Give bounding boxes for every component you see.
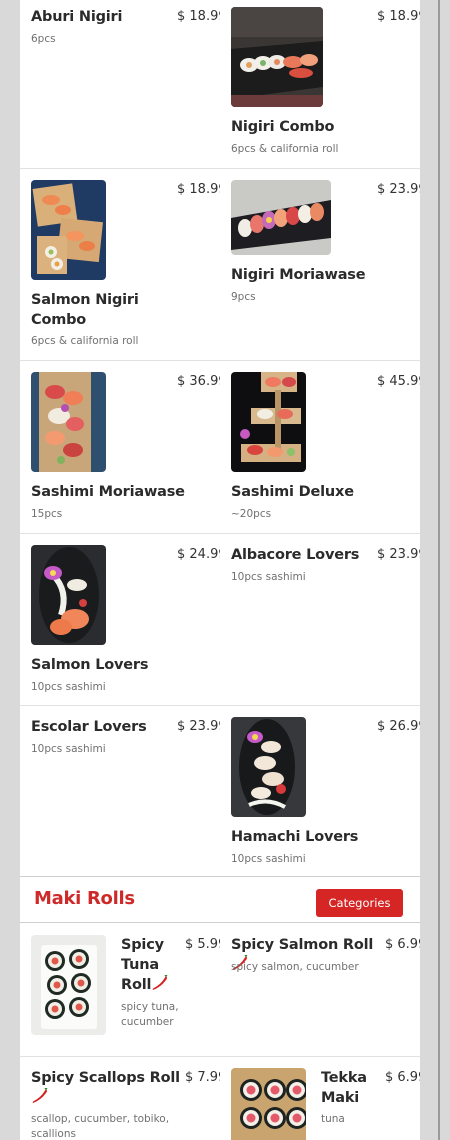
item-price: $ 18.99 — [377, 9, 420, 24]
menu-item-sashimi-moriawase[interactable]: Sashimi Moriawase 15pcs $ 36.99 — [20, 361, 220, 533]
menu-item-salmon-nigiri-combo[interactable]: Salmon Nigiri Combo 6pcs & california ro… — [20, 169, 220, 360]
menu-item-hamachi-lovers[interactable]: Hamachi Lovers 10pcs sashimi $ 26.99 — [220, 706, 420, 876]
menu-item-tekka-maki[interactable]: Tekka Maki tuna $ 6.99 — [220, 1057, 420, 1140]
sashimi-deluxe-photo — [231, 372, 306, 472]
menu-panel: Aburi Nigiri 6pcs $ 18.99 — [20, 0, 420, 1140]
item-desc: 9pcs — [231, 291, 256, 303]
item-name: Albacore Lovers — [231, 547, 360, 563]
item-name: Escolar Lovers — [31, 719, 147, 735]
item-desc: 10pcs sashimi — [31, 681, 106, 693]
section-header-maki: Maki Rolls Categories — [20, 876, 420, 923]
item-name: Sashimi Deluxe — [231, 484, 354, 500]
item-name: Sashimi Moriawase — [31, 484, 185, 500]
menu-item-escolar-lovers[interactable]: Escolar Lovers 10pcs sashimi $ 23.99 — [20, 706, 220, 876]
item-name: Nigiri Combo — [231, 119, 335, 135]
sashimi-moriawase-photo — [31, 372, 106, 472]
item-price: $ 18.99 — [177, 182, 220, 197]
section-title: Maki Rolls — [34, 888, 135, 909]
item-price: $ 23.99 — [377, 547, 420, 562]
scroll-gutter — [420, 0, 450, 1140]
item-name: Hamachi Lovers — [231, 829, 359, 845]
item-price: $ 24.99 — [177, 547, 220, 562]
salmon-lovers-photo — [31, 545, 106, 645]
menu-item-salmon-lovers[interactable]: Salmon Lovers 10pcs sashimi $ 24.99 — [20, 534, 220, 705]
nigiri-combo-photo — [231, 7, 323, 107]
item-price: $ 18.99 — [177, 9, 220, 24]
menu-item-aburi-nigiri[interactable]: Aburi Nigiri 6pcs $ 18.99 — [20, 0, 220, 168]
menu-item-nigiri-combo[interactable]: Nigiri Combo 6pcs & california roll $ 18… — [220, 0, 420, 168]
menu-item-spicy-salmon-roll[interactable]: Spicy Salmon Roll spicy salmon, cucumber… — [220, 923, 420, 1056]
menu-row: Salmon Lovers 10pcs sashimi $ 24.99 Alba… — [20, 534, 420, 706]
item-name-text: Spicy Salmon Roll — [231, 937, 374, 953]
item-price: $ 23.99 — [377, 182, 420, 197]
salmon-nigiri-combo-photo — [31, 180, 106, 280]
menu-row: Salmon Nigiri Combo 6pcs & california ro… — [20, 169, 420, 361]
item-price: $ 36.99 — [177, 374, 220, 389]
menu-item-spicy-tuna-roll[interactable]: Spicy Tuna Roll spicy tuna, cucumber $ 5… — [20, 923, 220, 1056]
item-desc: scallop, cucumber, tobiko, scallions — [31, 1113, 170, 1140]
item-desc: 6pcs & california roll — [231, 143, 339, 155]
item-desc: tuna — [321, 1113, 345, 1125]
chili-pepper-icon — [152, 975, 168, 990]
chili-pepper-icon — [32, 1088, 48, 1103]
item-name: Spicy Scallops Roll — [31, 1068, 181, 1108]
nigiri-moriawase-photo — [231, 180, 331, 255]
item-desc: 10pcs sashimi — [231, 571, 306, 583]
item-price: $ 23.99 — [177, 719, 220, 734]
item-desc: 15pcs — [31, 508, 63, 520]
item-price: $ 6.99 — [385, 937, 420, 952]
item-desc: 6pcs & california roll — [31, 335, 139, 347]
item-name: Salmon Nigiri Combo — [31, 292, 139, 328]
gutter-edge — [438, 0, 440, 1140]
item-price: $ 45.99 — [377, 374, 420, 389]
item-name: Aburi Nigiri — [31, 9, 123, 25]
item-price: $ 6.99 — [385, 1070, 420, 1085]
item-desc: ~20pcs — [231, 508, 272, 520]
item-name: Spicy Tuna Roll — [121, 935, 173, 995]
item-price: $ 26.99 — [377, 719, 420, 734]
item-name: Salmon Lovers — [31, 657, 149, 673]
item-desc: spicy salmon, cucumber — [231, 961, 359, 973]
item-price: $ 7.99 — [185, 1070, 220, 1085]
spicy-tuna-roll-photo — [31, 935, 106, 1035]
menu-item-nigiri-moriawase[interactable]: Nigiri Moriawase 9pcs $ 23.99 — [220, 169, 420, 360]
item-price: $ 5.99 — [185, 937, 220, 952]
menu-row: Spicy Tuna Roll spicy tuna, cucumber $ 5… — [20, 923, 420, 1057]
tekka-maki-photo — [231, 1068, 306, 1140]
item-name: Nigiri Moriawase — [231, 267, 366, 283]
menu-row: Escolar Lovers 10pcs sashimi $ 23.99 — [20, 706, 420, 876]
menu-row: Aburi Nigiri 6pcs $ 18.99 — [20, 0, 420, 169]
hamachi-lovers-photo — [231, 717, 306, 817]
item-name: Tekka Maki — [321, 1070, 367, 1106]
categories-button[interactable]: Categories — [316, 889, 403, 917]
item-desc: 10pcs sashimi — [231, 853, 306, 865]
menu-item-spicy-scallops-roll[interactable]: Spicy Scallops Roll scallop, cucumber, t… — [20, 1057, 220, 1140]
menu-item-sashimi-deluxe[interactable]: Sashimi Deluxe ~20pcs $ 45.99 — [220, 361, 420, 533]
menu-row: Sashimi Moriawase 15pcs $ 36.99 — [20, 361, 420, 534]
menu-row: Spicy Scallops Roll scallop, cucumber, t… — [20, 1057, 420, 1140]
item-name-text: Spicy Scallops Roll — [31, 1070, 180, 1086]
item-desc: 10pcs sashimi — [31, 743, 106, 755]
menu-item-albacore-lovers[interactable]: Albacore Lovers 10pcs sashimi $ 23.99 — [220, 534, 420, 705]
item-desc: spicy tuna, cucumber — [121, 1001, 179, 1028]
item-desc: 6pcs — [31, 33, 56, 45]
